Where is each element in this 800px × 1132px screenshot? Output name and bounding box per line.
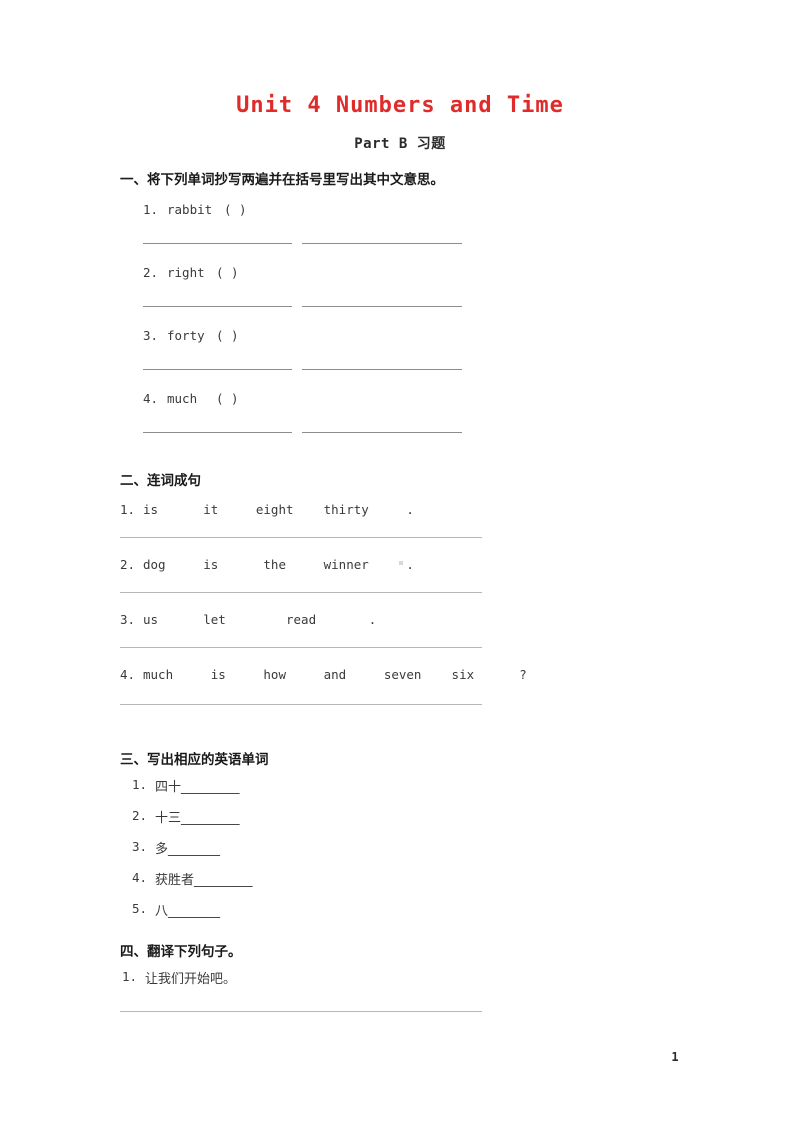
page-number: 1 xyxy=(671,1050,679,1064)
exercise2-item3-answer-line[interactable] xyxy=(120,647,482,648)
exercise1-item2-number: 2. xyxy=(143,265,159,280)
exercise1-item4-blank-b[interactable] xyxy=(302,432,462,433)
exercise1-item1-blank-b[interactable] xyxy=(302,243,462,244)
exercise3-item3-number: 3. xyxy=(132,839,148,854)
worksheet-page: Unit 4 Numbers and Time Part B 习题 一、将下列单… xyxy=(0,0,800,1132)
section-heading-3: 三、写出相应的英语单词 xyxy=(120,752,269,768)
exercise1-item3-parenthesis: ( ) xyxy=(216,328,239,343)
exercise3-item1-prompt[interactable]: 四十_________ xyxy=(155,776,240,795)
exercise1-item3-blank-b[interactable] xyxy=(302,369,462,370)
exercise1-item3-blank-a[interactable] xyxy=(143,369,292,370)
exercise2-item1-words: is it eight thirty . xyxy=(143,502,414,517)
exercise4-item1-prompt: 让我们开始吧。 xyxy=(145,972,237,987)
exercise3-item5-prompt[interactable]: 八________ xyxy=(155,900,220,919)
exercise1-item1-parenthesis: ( ) xyxy=(224,202,247,217)
exercise1-item2-blank-a[interactable] xyxy=(143,306,292,307)
exercise2-item3-number: 3. xyxy=(120,612,136,627)
exercise2-item1-number: 1. xyxy=(120,502,136,517)
exercise1-item1-blank-a[interactable] xyxy=(143,243,292,244)
exercise2-item4-answer-line[interactable] xyxy=(120,704,482,705)
exercise2-item3-words: us let read . xyxy=(143,612,377,627)
exercise4-item1-answer-line[interactable] xyxy=(120,1011,482,1012)
exercise3-item1-number: 1. xyxy=(132,777,148,792)
exercise2-item2-number: 2. xyxy=(120,557,136,572)
exercise1-item4-parenthesis: ( ) xyxy=(216,391,239,406)
exercise1-item2-word: right xyxy=(167,265,205,280)
exercise3-item4-number: 4. xyxy=(132,870,148,885)
exercise2-item4-words: much is how and seven six ? xyxy=(143,667,527,682)
exercise2-item1-answer-line[interactable] xyxy=(120,537,482,538)
scan-artifact-dot xyxy=(399,561,403,565)
exercise1-item2-parenthesis: ( ) xyxy=(216,265,239,280)
exercise3-item2-prompt[interactable]: 十三_________ xyxy=(155,807,240,826)
exercise2-item2-answer-line[interactable] xyxy=(120,592,482,593)
exercise1-item2-blank-b[interactable] xyxy=(302,306,462,307)
exercise3-item2-number: 2. xyxy=(132,808,148,823)
exercise1-item4-number: 4. xyxy=(143,391,159,406)
exercise3-item4-prompt[interactable]: 获胜者_________ xyxy=(155,869,253,888)
exercise1-item4-blank-a[interactable] xyxy=(143,432,292,433)
exercise1-item4-word: much xyxy=(167,391,198,406)
exercise4-item1-number: 1. xyxy=(122,969,138,984)
exercise3-item3-prompt[interactable]: 多________ xyxy=(155,838,220,857)
exercise2-item4-number: 4. xyxy=(120,667,136,682)
exercise1-item1-word: rabbit xyxy=(167,202,213,217)
page-subtitle: Part B 习题 xyxy=(354,136,446,152)
section-heading-1: 一、将下列单词抄写两遍并在括号里写出其中文意思。 xyxy=(120,172,444,188)
exercise1-item1-number: 1. xyxy=(143,202,159,217)
exercise2-item2-words: dog is the winner . xyxy=(143,557,414,572)
page-title: Unit 4 Numbers and Time xyxy=(236,93,564,118)
section-heading-2: 二、连词成句 xyxy=(120,473,201,489)
exercise1-item3-number: 3. xyxy=(143,328,159,343)
section-heading-4: 四、翻译下列句子。 xyxy=(120,944,242,960)
exercise1-item3-word: forty xyxy=(167,328,205,343)
exercise3-item5-number: 5. xyxy=(132,901,148,916)
